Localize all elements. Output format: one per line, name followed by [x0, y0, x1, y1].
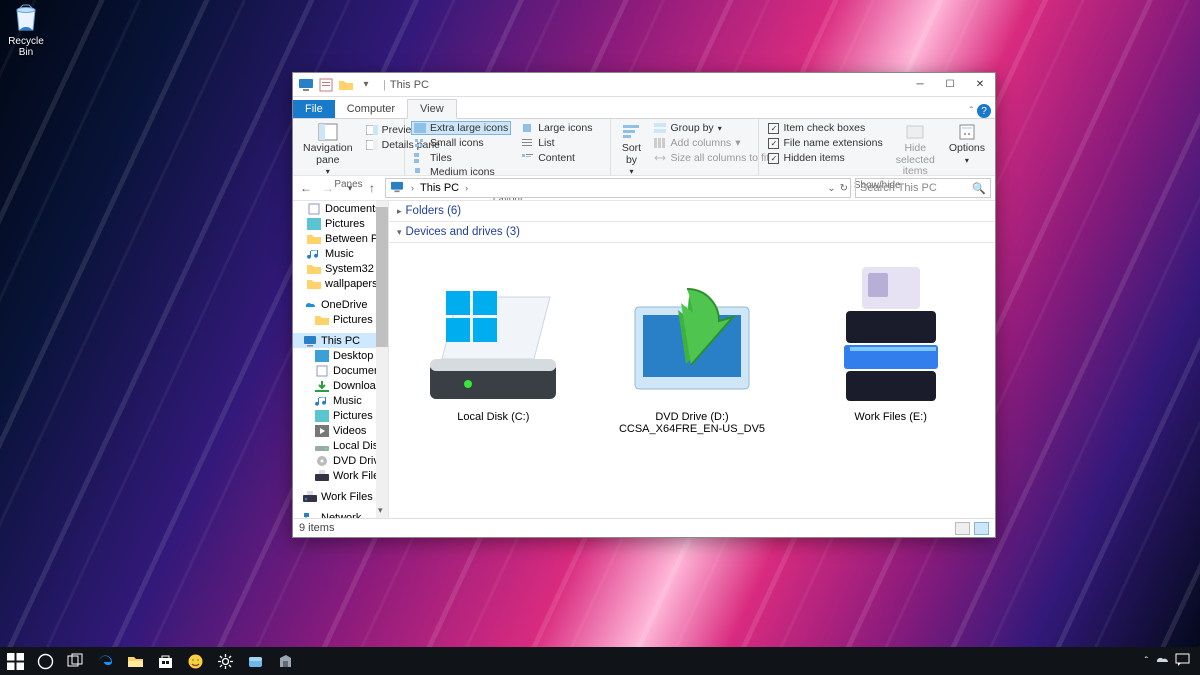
search-icon: 🔍	[972, 182, 986, 195]
address-dropdown-icon[interactable]: ⌄	[827, 183, 835, 194]
nav-system32[interactable]: System32	[293, 261, 388, 276]
qat-newfolder-icon[interactable]	[338, 77, 354, 93]
nav-work-files-2[interactable]: Work Files (E:)	[293, 489, 388, 504]
drive-e-label: Work Files (E:)	[806, 411, 975, 423]
recycle-bin-desktop-icon[interactable]: Recycle Bin	[4, 2, 48, 58]
search-input[interactable]: Search This PC 🔍	[855, 178, 991, 198]
tab-view[interactable]: View	[407, 99, 457, 119]
drive-dvd-d[interactable]: DVD Drive (D:) CCSA_X64FRE_EN-US_DV5	[608, 261, 777, 435]
settings-icon[interactable]	[214, 650, 236, 672]
maximize-button[interactable]: ☐	[935, 73, 965, 97]
sort-by-button[interactable]: Sort by▾	[617, 121, 645, 179]
recycle-bin-label: Recycle Bin	[8, 36, 44, 58]
drives-section-header[interactable]: ▾Devices and drives (3)	[389, 222, 995, 243]
nav-forward-button[interactable]: →	[319, 179, 337, 197]
nav-onedrive-pictures[interactable]: Pictures	[293, 312, 388, 327]
layout-list[interactable]: List	[519, 136, 595, 150]
address-this-pc-icon	[390, 181, 404, 196]
group-by-button[interactable]: Group by ▾	[651, 121, 772, 135]
folders-section-header[interactable]: ▸Folders (6)	[389, 201, 995, 222]
nav-back-button[interactable]: ←	[297, 179, 315, 197]
view-details-button[interactable]	[955, 522, 970, 535]
nav-work-files[interactable]: Work Files (E:)	[293, 468, 388, 483]
this-pc-titlebar-icon	[298, 77, 314, 93]
qat-dropdown-icon[interactable]: ▾	[358, 77, 374, 93]
file-explorer-taskbar-icon[interactable]	[124, 650, 146, 672]
file-explorer-window: ▾ | This PC ─ ☐ ✕ File Computer View ˆ ?	[292, 72, 996, 538]
minimize-button[interactable]: ─	[905, 73, 935, 97]
action-center-icon[interactable]	[1175, 653, 1190, 669]
navigation-pane: Documents Pictures Between PCs Music Sys…	[293, 201, 389, 518]
drive-local-disk-c[interactable]: Local Disk (C:)	[409, 261, 578, 435]
nav-wallpapers[interactable]: wallpapers	[293, 276, 388, 291]
task-view-icon[interactable]	[64, 650, 86, 672]
layout-content[interactable]: Content	[519, 151, 595, 165]
drive-d-label: DVD Drive (D:) CCSA_X64FRE_EN-US_DV5	[608, 411, 777, 435]
navigation-pane-button[interactable]: Navigation pane▾	[299, 121, 357, 179]
drive-work-files-e[interactable]: Work Files (E:)	[806, 261, 975, 435]
nav-recent-dropdown[interactable]: ▾	[341, 179, 359, 197]
start-button[interactable]	[4, 650, 26, 672]
emoji-app-icon[interactable]	[184, 650, 206, 672]
address-bar[interactable]: › This PC › ⌄ ↻	[385, 178, 851, 198]
close-button[interactable]: ✕	[965, 73, 995, 97]
taskbar: ˆ	[0, 647, 1200, 675]
tray-overflow-icon[interactable]: ˆ	[1145, 656, 1148, 667]
status-item-count: 9 items	[299, 522, 334, 534]
nav-pictures[interactable]: Pictures	[293, 216, 388, 231]
tab-file[interactable]: File	[293, 100, 335, 118]
nav-downloads[interactable]: Downloads	[293, 378, 388, 393]
nav-documents[interactable]: Documents	[293, 201, 388, 216]
layout-large[interactable]: Large icons	[519, 121, 595, 135]
ribbon-collapse-icon[interactable]: ˆ	[970, 106, 973, 117]
refresh-icon[interactable]: ↻	[840, 183, 848, 194]
size-columns-button: Size all columns to fit	[651, 151, 772, 165]
tab-computer[interactable]: Computer	[335, 100, 407, 118]
nav-videos[interactable]: Videos	[293, 423, 388, 438]
layout-extra-large[interactable]: Extra large icons	[411, 121, 511, 135]
drive-c-label: Local Disk (C:)	[409, 411, 578, 423]
hidden-items-toggle[interactable]: ✓Hidden items	[765, 151, 885, 165]
tray-onedrive-icon[interactable]	[1154, 653, 1169, 669]
hide-selected-button: Hide selected items	[892, 121, 939, 180]
item-check-boxes-toggle[interactable]: ✓Item check boxes	[765, 121, 885, 135]
window-title: This PC	[390, 79, 429, 91]
nav-local-disk[interactable]: Local Disk (C:)	[293, 438, 388, 453]
breadcrumb-this-pc[interactable]: This PC	[417, 182, 462, 194]
help-icon[interactable]: ?	[977, 104, 991, 118]
view-large-icons-button[interactable]	[974, 522, 989, 535]
nav-dvd-drive[interactable]: DVD Drive (D:) C	[293, 453, 388, 468]
store-icon[interactable]	[154, 650, 176, 672]
nav-pictures-2[interactable]: Pictures	[293, 408, 388, 423]
qat-properties-icon[interactable]	[318, 77, 334, 93]
options-button[interactable]: Options▾	[945, 121, 989, 167]
nav-documents-2[interactable]: Documents	[293, 363, 388, 378]
file-extensions-toggle[interactable]: ✓File name extensions	[765, 136, 885, 150]
edge-icon[interactable]	[94, 650, 116, 672]
nav-onedrive[interactable]: OneDrive	[293, 297, 388, 312]
taskbar-app-2-icon[interactable]	[274, 650, 296, 672]
cortana-search-icon[interactable]	[34, 650, 56, 672]
layout-small[interactable]: Small icons	[411, 136, 511, 150]
nav-this-pc[interactable]: This PC	[293, 333, 388, 348]
nav-between-pcs[interactable]: Between PCs	[293, 231, 388, 246]
taskbar-app-1-icon[interactable]	[244, 650, 266, 672]
navpane-scrollbar[interactable]: ▾	[376, 201, 388, 518]
nav-desktop[interactable]: Desktop	[293, 348, 388, 363]
nav-music-2[interactable]: Music	[293, 393, 388, 408]
nav-music[interactable]: Music	[293, 246, 388, 261]
nav-up-button[interactable]: ↑	[363, 179, 381, 197]
layout-tiles[interactable]: Tiles	[411, 151, 511, 165]
search-placeholder: Search This PC	[860, 182, 937, 194]
add-columns-button: Add columns ▾	[651, 136, 772, 150]
nav-network[interactable]: Network	[293, 510, 388, 518]
